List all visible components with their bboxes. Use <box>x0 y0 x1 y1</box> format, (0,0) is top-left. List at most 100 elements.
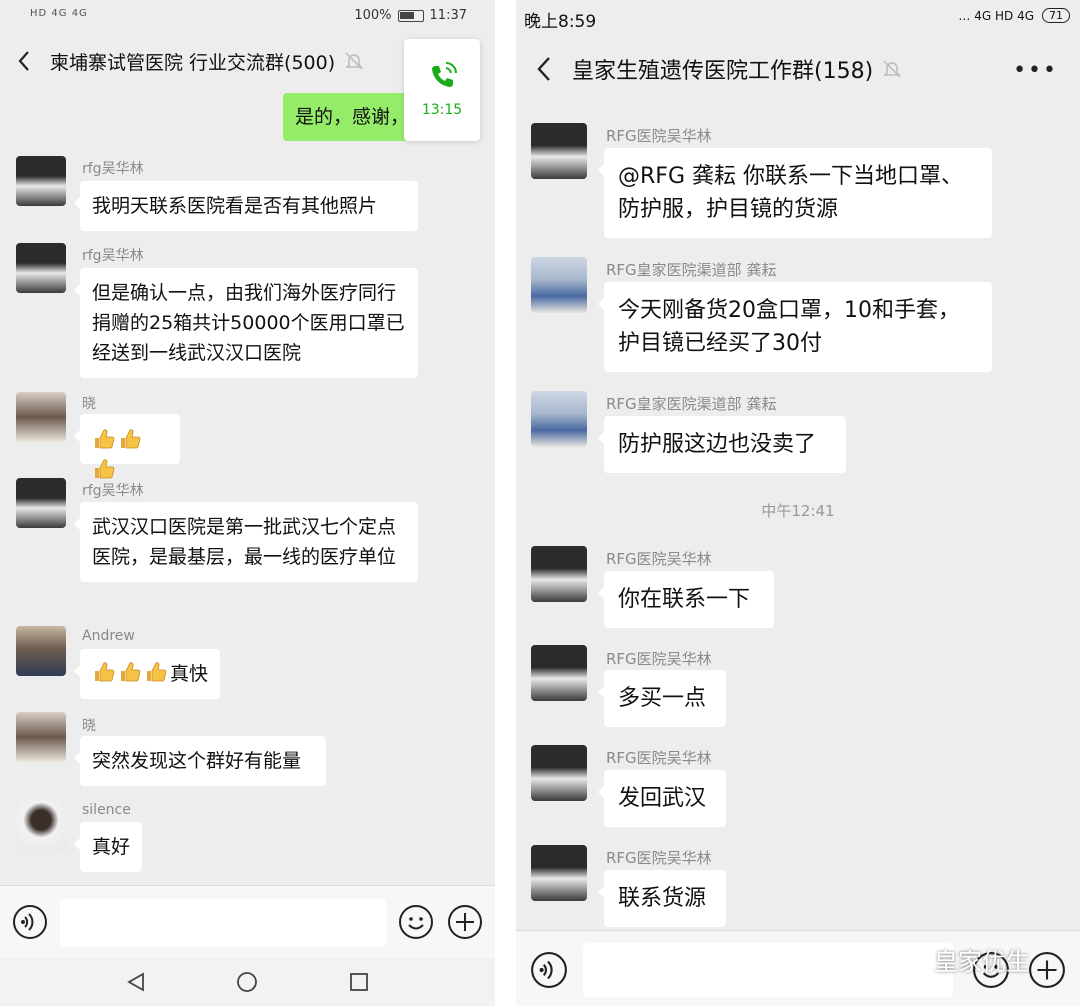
battery-percent: 100% <box>354 8 392 23</box>
avatar[interactable] <box>16 712 66 762</box>
message-bubble[interactable]: 真好 <box>74 822 142 872</box>
nav-home-icon[interactable] <box>236 971 258 993</box>
message-text: 突然发现这个群好有能量 <box>92 750 302 772</box>
thumbs-up-icon <box>121 429 141 449</box>
sender-name: RFG医院吴华林 <box>606 849 712 867</box>
sender-name: RFG医院吴华林 <box>606 650 712 668</box>
avatar[interactable] <box>531 845 587 901</box>
call-duration: 13:15 <box>421 102 463 118</box>
chat-title: 柬埔寨试管医院 行业交流群(500) <box>50 51 336 74</box>
message-bubble[interactable]: 武汉汉口医院是第一批武汉七个定点医院，是最基层，最一线的医疗单位 <box>74 502 418 582</box>
sender-name: silence <box>82 802 131 818</box>
emoji-icon[interactable] <box>398 904 434 940</box>
sender-name: rfg吴华林 <box>82 161 144 177</box>
message-text: 防护服这边也没卖了 <box>618 432 817 457</box>
message-bubble[interactable]: 你在联系一下 <box>598 571 774 628</box>
sender-name: rfg吴华林 <box>82 248 144 264</box>
self-message-bubble[interactable]: 是的，感谢， <box>283 93 423 141</box>
message-bubble[interactable]: 多买一点 <box>598 670 726 727</box>
sender-name: RFG医院吴华林 <box>606 127 712 145</box>
left-chat-screenshot: HD 4G 4G 100% 11:37 柬埔寨试管医院 行业交流群(500) 1… <box>0 0 495 1006</box>
message-bubble[interactable] <box>74 414 180 479</box>
avatar[interactable] <box>16 800 66 850</box>
plus-icon[interactable] <box>447 904 483 940</box>
avatar[interactable] <box>16 243 66 293</box>
phone-icon <box>432 62 457 87</box>
back-icon[interactable] <box>4 41 44 81</box>
watermark-text: 皇家优生 <box>934 948 1030 976</box>
message-bubble[interactable]: 突然发现这个群好有能量 <box>74 736 326 786</box>
status-icons: … 4G HD 4G <box>958 8 1034 23</box>
message-bubble[interactable]: @RFG 龚耘 你联系一下当地口罩、防护服，护目镜的货源 <box>598 148 992 238</box>
sender-name: rfg吴华林 <box>82 483 144 499</box>
message-bubble[interactable]: 我明天联系医院看是否有其他照片 <box>74 181 418 231</box>
avatar[interactable] <box>16 478 66 528</box>
avatar[interactable] <box>531 546 587 602</box>
thumbs-up-icon <box>147 662 167 682</box>
message-text: 是的，感谢， <box>295 106 410 128</box>
status-bar: 晚上8:59 … 4G HD 4G 71 <box>516 0 1080 36</box>
message-text: 但是确认一点，由我们海外医疗同行捐赠的25箱共计50000个医用口罩已经送到一线… <box>92 282 405 364</box>
battery-icon <box>397 9 424 22</box>
sender-name: RFG医院吴华林 <box>606 550 712 568</box>
message-text: 你在联系一下 <box>618 587 751 612</box>
voice-call-float[interactable]: 13:15 <box>404 39 480 141</box>
sender-name: 晓 <box>82 396 96 412</box>
battery-icon: 71 <box>1042 8 1070 23</box>
message-text: @RFG 龚耘 你联系一下当地口罩、防护服，护目镜的货源 <box>618 164 963 222</box>
clock: 晚上8:59 <box>524 12 597 32</box>
avatar[interactable] <box>531 257 587 313</box>
avatar[interactable] <box>16 156 66 206</box>
clock: 11:37 <box>429 8 467 23</box>
wechat-logo-icon <box>886 945 925 973</box>
thumbs-up-icon <box>95 459 115 479</box>
avatar[interactable] <box>16 626 66 676</box>
chat-title: 皇家生殖遗传医院工作群(158) <box>572 59 874 84</box>
message-text: 我明天联系医院看是否有其他照片 <box>92 195 378 217</box>
avatar[interactable] <box>16 392 66 442</box>
message-bubble[interactable]: 真快 <box>74 649 220 699</box>
nav-back-icon[interactable] <box>125 971 147 993</box>
avatar[interactable] <box>531 645 587 701</box>
message-text: 武汉汉口医院是第一批武汉七个定点医院，是最基层，最一线的医疗单位 <box>92 516 397 568</box>
sender-name: RFG医院吴华林 <box>606 749 712 767</box>
message-bubble[interactable]: 防护服这边也没卖了 <box>598 416 846 473</box>
back-icon[interactable] <box>524 49 564 89</box>
message-bubble[interactable]: 发回武汉 <box>598 770 726 827</box>
system-nav-bar <box>0 958 495 1006</box>
input-bar <box>0 885 495 958</box>
mute-icon <box>883 60 901 78</box>
right-chat-screenshot: 晚上8:59 … 4G HD 4G 71 皇家生殖遗传医院工作群(158) ••… <box>516 0 1080 1006</box>
message-text: 多买一点 <box>618 686 707 711</box>
thumbs-up-icon <box>121 662 141 682</box>
message-bubble[interactable]: 今天刚备货20盒口罩，10和手套，护目镜已经买了30付 <box>598 282 992 372</box>
thumbs-up-icon <box>95 429 115 449</box>
message-text: 今天刚备货20盒口罩，10和手套，护目镜已经买了30付 <box>618 298 960 356</box>
message-text: 真好 <box>92 836 131 858</box>
message-bubble[interactable]: 联系货源 <box>598 870 726 927</box>
sender-name: RFG皇家医院渠道部 龚耘 <box>606 395 777 413</box>
more-icon[interactable]: ••• <box>1013 58 1058 83</box>
message-bubble[interactable]: 但是确认一点，由我们海外医疗同行捐赠的25箱共计50000个医用口罩已经送到一线… <box>74 268 418 378</box>
avatar[interactable] <box>531 391 587 447</box>
message-text: 真快 <box>170 663 209 685</box>
voice-icon[interactable] <box>12 904 48 940</box>
watermark: 皇家优生 <box>886 942 1030 977</box>
thumbs-up-icon <box>95 662 115 682</box>
avatar[interactable] <box>531 123 587 179</box>
nav-recent-icon[interactable] <box>348 971 370 993</box>
chat-header: 皇家生殖遗传医院工作群(158) ••• <box>516 44 1080 94</box>
sender-name: 晓 <box>82 718 96 734</box>
sender-name: RFG皇家医院渠道部 龚耘 <box>606 261 777 279</box>
avatar[interactable] <box>531 745 587 801</box>
status-bar: HD 4G 4G 100% 11:37 <box>0 0 495 36</box>
time-divider: 中午12:41 <box>761 502 835 520</box>
sender-name: Andrew <box>82 628 135 644</box>
message-text: 联系货源 <box>618 886 707 911</box>
plus-icon[interactable] <box>1028 951 1066 989</box>
voice-icon[interactable] <box>530 951 568 989</box>
message-input[interactable] <box>60 899 386 947</box>
network-indicators: HD 4G 4G <box>30 8 88 19</box>
message-text: 发回武汉 <box>618 786 707 811</box>
mute-icon <box>345 52 363 70</box>
